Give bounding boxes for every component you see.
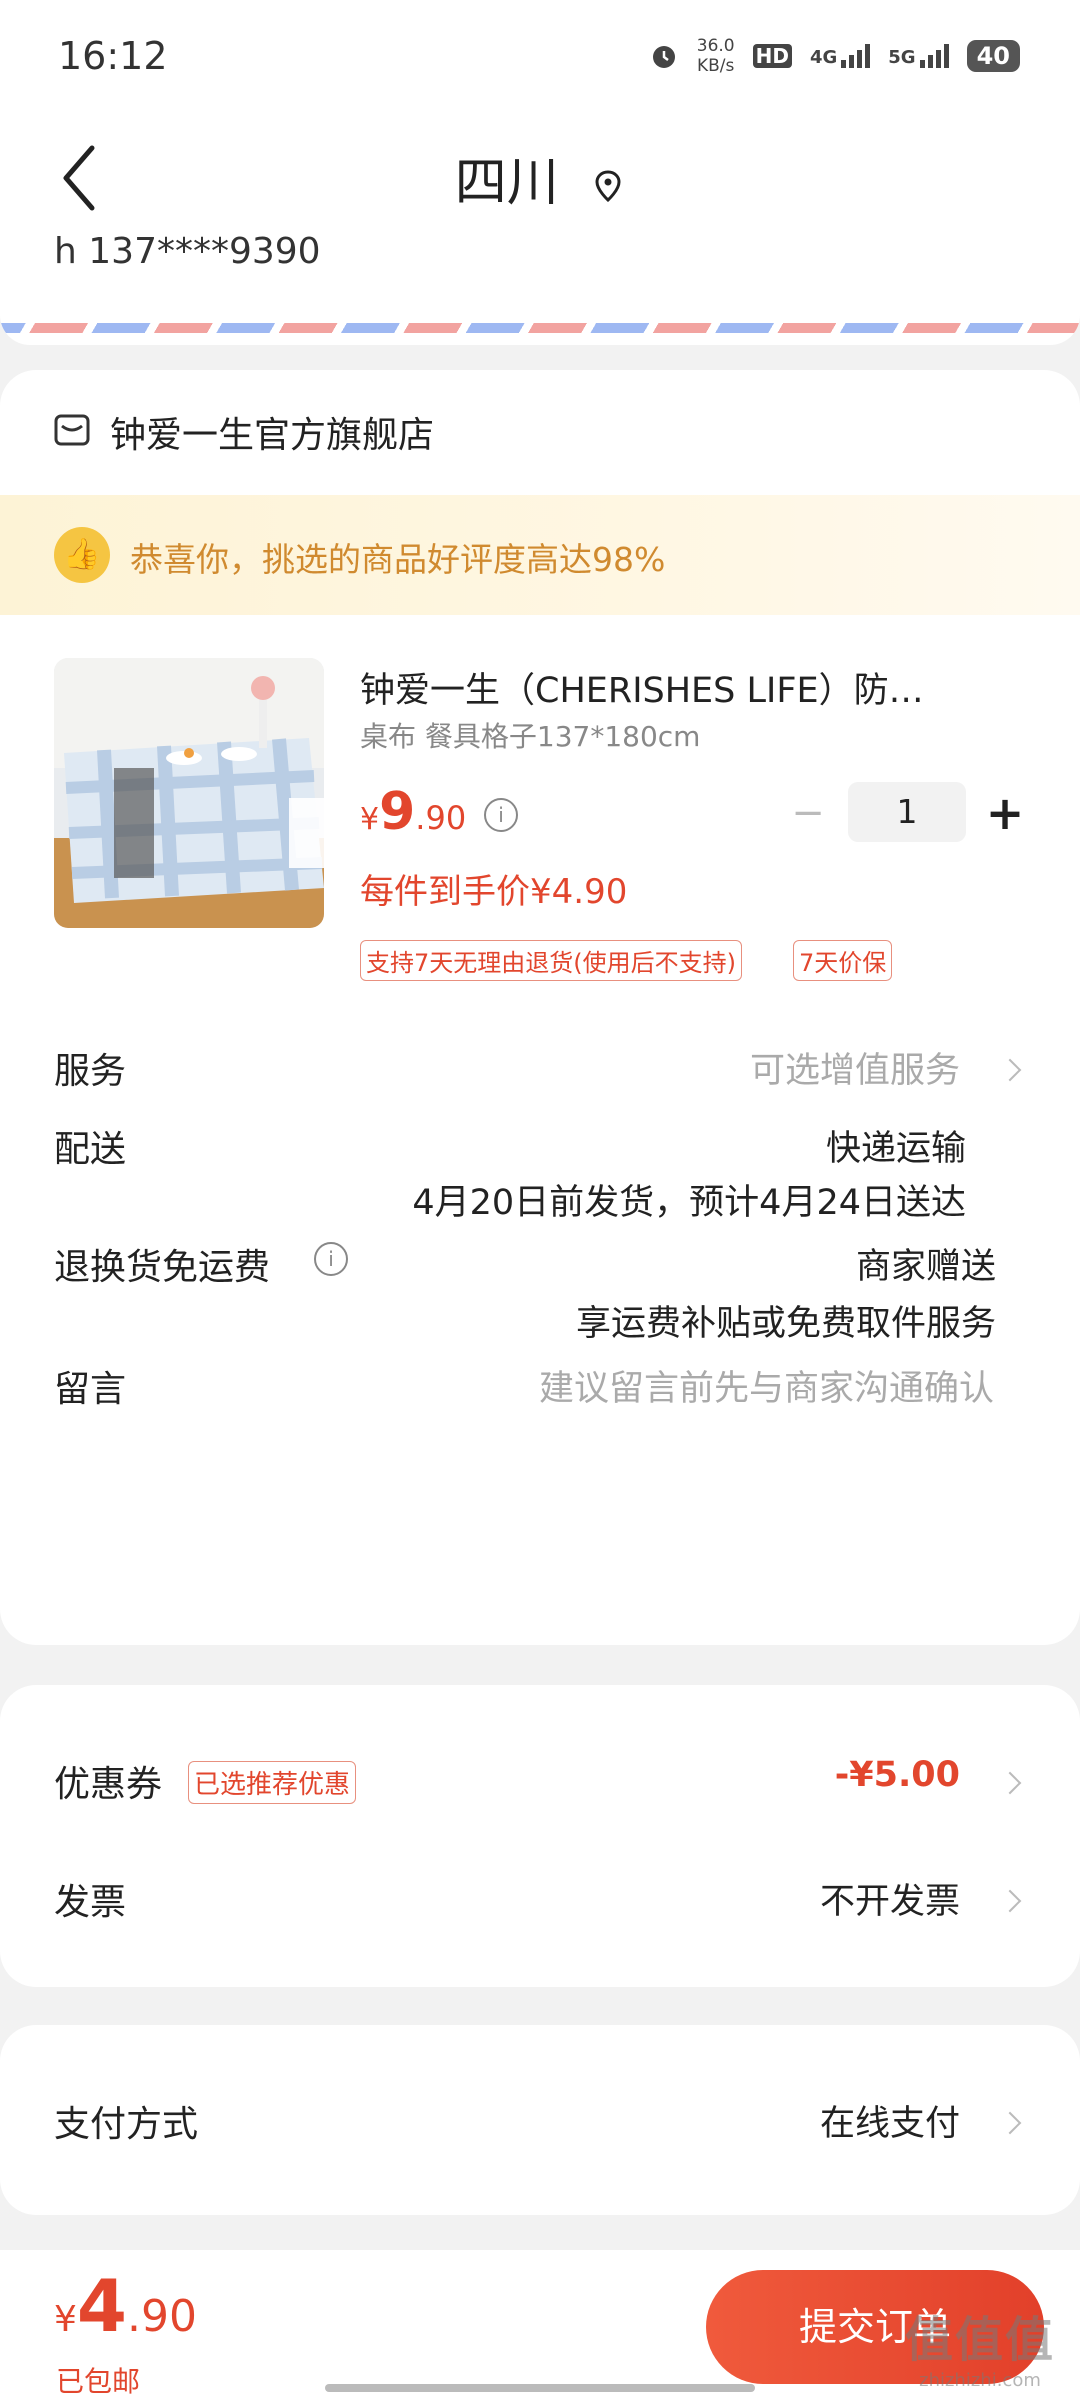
delivery-method[interactable]: 快递运输	[826, 1120, 966, 1171]
coupon-badge: 已选推荐优惠	[188, 1761, 357, 1804]
service-value[interactable]: 可选增值服务	[750, 1042, 960, 1093]
coupon-label: 优惠券	[54, 1764, 163, 1805]
total-integer: 4	[76, 2264, 128, 2348]
signal-bars-icon	[841, 44, 871, 68]
quantity-plus-button[interactable]: +	[982, 790, 1028, 836]
coupon-card: 优惠券 已选推荐优惠 -¥5.00 发票 不开发票	[0, 1685, 1080, 1987]
praise-text: 恭喜你，挑选的商品好评度高达98%	[130, 540, 666, 579]
return-policy-tag: 支持7天无理由退货(使用后不支持)	[360, 940, 742, 981]
net-speed-unit: KB/s	[696, 56, 735, 76]
service-label: 服务	[54, 1051, 127, 1092]
quantity-minus-button[interactable]: −	[790, 793, 826, 833]
each-price: 每件到手价¥4.90	[360, 872, 628, 912]
price-currency: ¥	[360, 802, 380, 837]
address-card[interactable]: h 137****9390	[0, 225, 1080, 345]
battery-icon: 40	[966, 40, 1020, 72]
message-input[interactable]: 建议留言前先与商家沟通确认	[539, 1360, 994, 1411]
product-title[interactable]: 钟爱一生（CHERISHES LIFE）防…	[360, 662, 1000, 713]
store-order-card: 钟爱一生官方旗舰店 👍 恭喜你，挑选的商品好评度高达98% 钟爱一生（CHERI…	[0, 370, 1080, 1645]
total-currency: ¥	[54, 2299, 77, 2340]
store-icon	[54, 414, 90, 446]
payment-label: 支付方式	[54, 2104, 199, 2145]
free-shipping-label: 已包邮	[56, 2365, 141, 2398]
price-info-icon[interactable]: i	[484, 798, 518, 832]
net-speed-value: 36.0	[696, 36, 735, 56]
status-bar: 16:12 36.0 KB/s HD 4G 5G 40	[0, 0, 1080, 110]
watermark-main: 值值值	[904, 2312, 1055, 2368]
quantity-input[interactable]: 1	[848, 782, 966, 842]
return-value-gift: 商家赠送	[855, 1247, 996, 1287]
return-label: 退换货免运费	[54, 1247, 271, 1288]
product-image[interactable]	[54, 658, 324, 928]
net-speed: 36.0 KB/s	[697, 36, 735, 76]
invoice-value[interactable]: 不开发票	[820, 1873, 960, 1924]
invoice-chevron-icon[interactable]	[998, 1889, 1022, 1913]
message-label: 留言	[54, 1369, 127, 1410]
return-value-service: 享运费补贴或免费取件服务	[575, 1304, 996, 1344]
store-name[interactable]: 钟爱一生官方旗舰店	[110, 406, 434, 458]
payment-chevron-icon[interactable]	[998, 2111, 1022, 2135]
payment-value[interactable]: 在线支付	[820, 2095, 960, 2146]
delivery-label: 配送	[54, 1129, 127, 1170]
signal-5g-label: 5G	[888, 47, 916, 68]
return-info-icon[interactable]: i	[314, 1242, 348, 1276]
price-protect-tag: 7天价保	[793, 940, 893, 981]
status-time: 16:12	[58, 34, 168, 78]
watermark: 值值值 zhizhizhi.com	[880, 2300, 1080, 2391]
price-integer: 9	[379, 782, 416, 842]
product-spec[interactable]: 桌布 餐具格子137*180cm	[360, 715, 700, 755]
price-decimal: .90	[415, 799, 467, 837]
product-price: ¥9.90	[360, 782, 466, 842]
envelope-stripe	[0, 323, 1080, 333]
signal-4g: 4G	[809, 44, 871, 68]
location-pin-icon	[595, 170, 621, 203]
signal-5g: 5G	[888, 44, 949, 68]
page-title-text: 四川	[454, 153, 559, 213]
payment-card: 支付方式 在线支付	[0, 2025, 1080, 2215]
coupon-value[interactable]: -¥5.00	[835, 1755, 960, 1795]
page-title[interactable]: 四川	[0, 140, 1080, 215]
invoice-label: 发票	[54, 1882, 127, 1923]
total-price: ¥4.90	[54, 2264, 197, 2348]
watermark-sub: zhizhizhi.com	[919, 2370, 1041, 2391]
signal-4g-label: 4G	[809, 47, 838, 68]
total-decimal: .90	[127, 2291, 197, 2342]
address-phone: h 137****9390	[54, 231, 321, 272]
delivery-time[interactable]: 4月20日前发货，预计4月24日送达	[412, 1174, 966, 1225]
signal-bars-icon	[919, 44, 949, 68]
praise-banner: 👍 恭喜你，挑选的商品好评度高达98%	[0, 495, 1080, 615]
service-chevron-icon[interactable]	[998, 1058, 1022, 1082]
alarm-icon	[652, 46, 675, 68]
coupon-chevron-icon[interactable]	[998, 1771, 1022, 1795]
status-icons: 36.0 KB/s HD 4G 5G 40	[649, 36, 1020, 76]
hd-icon: HD	[752, 44, 792, 68]
home-indicator[interactable]	[325, 2384, 755, 2392]
thumbs-up-icon: 👍	[54, 527, 110, 583]
